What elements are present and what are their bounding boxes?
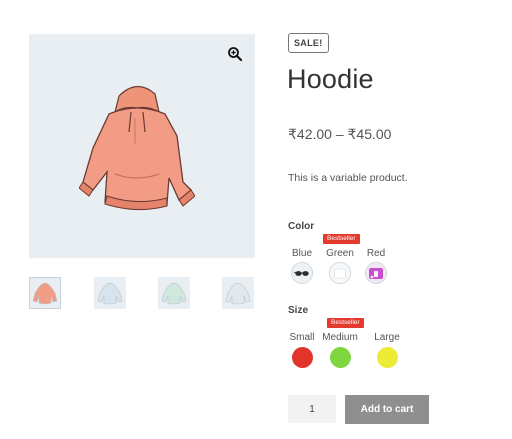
option-name: Small [289,332,315,343]
hoodie-thumb-icon [161,282,187,305]
product-page: SALE! Hoodie ₹42.00 – ₹45.00 This is a v… [0,0,512,439]
option-name: Blue [291,248,312,259]
zoom-icon[interactable] [227,46,243,62]
hoodie-thumb-icon [32,282,58,305]
product-short-description: This is a variable product. [288,172,408,184]
size-option-medium[interactable]: Medium [320,332,360,368]
size-option-large[interactable]: Large [367,332,407,368]
white-product-image-swatch [329,262,351,284]
size-swatch [291,347,313,368]
gallery-thumbnail-3[interactable] [158,277,190,309]
size-option-small[interactable]: Small [282,332,322,368]
product-price: ₹42.00 – ₹45.00 [288,126,392,142]
product-title: Hoodie [287,64,374,94]
bestseller-badge: Bestseller [327,318,364,328]
option-name: Large [374,332,400,343]
hoodie-image [79,85,195,211]
quantity-input[interactable] [288,395,336,423]
sale-badge: SALE! [288,33,329,53]
product-main-image[interactable] [29,34,255,258]
option-name: Red [366,248,386,259]
size-swatch [376,347,398,368]
option-name: Medium [322,332,358,343]
color-option-blue[interactable]: Blue [282,248,322,284]
gallery-thumbnail-4[interactable] [222,277,254,309]
pink-product-image-swatch [365,262,387,284]
sunglasses-image-swatch [291,262,313,284]
size-attribute-label: Size [288,305,309,316]
color-option-red[interactable]: Red [356,248,396,284]
color-option-green[interactable]: Green [320,248,360,284]
hoodie-thumb-icon [225,282,251,305]
gallery-thumbnail-2[interactable] [94,277,126,309]
add-to-cart-button[interactable]: Add to cart [345,395,429,424]
size-swatch [329,347,351,368]
color-attribute-label: Color [288,221,315,232]
bestseller-badge: Bestseller [323,234,360,244]
gallery-thumbnail-1[interactable] [29,277,61,309]
option-name: Green [326,248,354,259]
hoodie-thumb-icon [97,282,123,305]
